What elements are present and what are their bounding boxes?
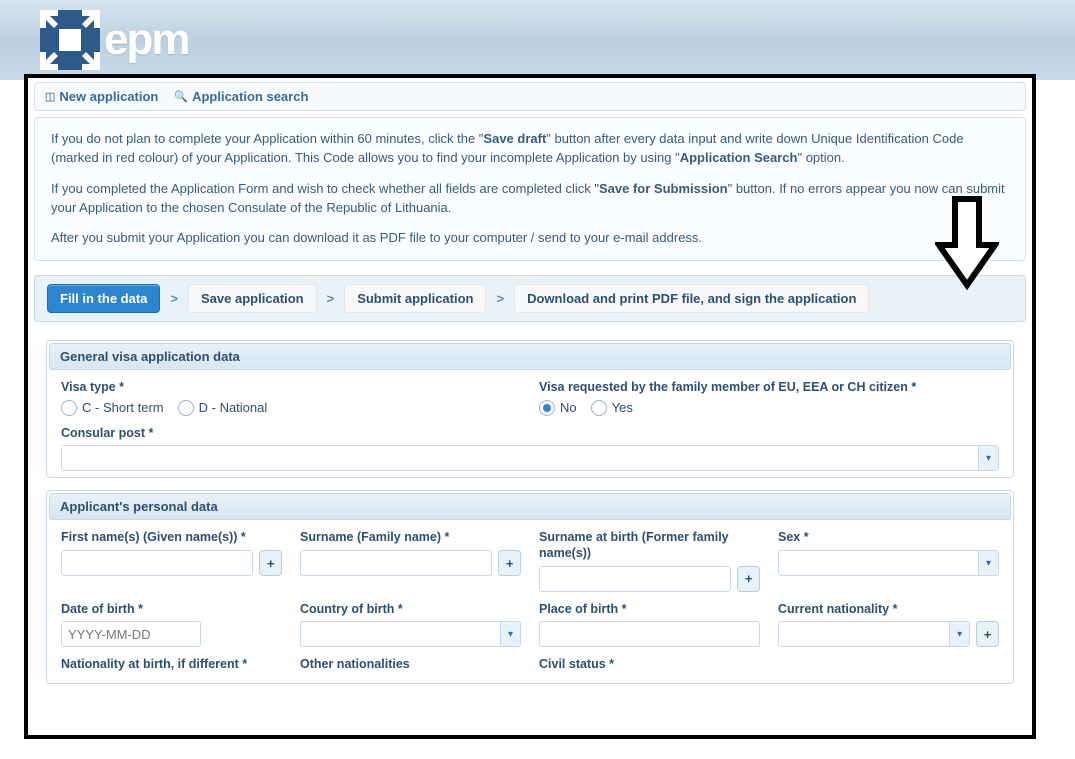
- new-application-label: New application: [59, 89, 158, 104]
- step-separator: >: [496, 291, 504, 306]
- add-surname-button[interactable]: +: [498, 550, 521, 576]
- panel-general-visa-data: General visa application data Visa type …: [46, 340, 1014, 478]
- radio-icon: [539, 400, 555, 416]
- application-search-link[interactable]: 🔍 Application search: [174, 89, 308, 104]
- surname-birth-input[interactable]: [539, 566, 731, 592]
- sex-label: Sex *: [778, 530, 999, 546]
- consular-post-label: Consular post *: [61, 426, 999, 442]
- step-separator: >: [327, 291, 335, 306]
- top-link-bar: ◫ New application 🔍 Application search: [34, 82, 1026, 111]
- visa-type-d-radio[interactable]: D - National: [178, 400, 268, 416]
- first-name-input[interactable]: [61, 550, 253, 576]
- radio-icon: [591, 400, 607, 416]
- sex-select[interactable]: ▾: [778, 550, 999, 576]
- add-first-name-button[interactable]: +: [259, 550, 282, 576]
- brand-text: epm: [104, 15, 188, 65]
- radio-icon: [178, 400, 194, 416]
- country-birth-select[interactable]: ▾: [300, 621, 521, 647]
- visa-type-c-radio[interactable]: C - Short term: [61, 400, 164, 416]
- step-submit-application[interactable]: Submit application: [344, 284, 486, 313]
- main-frame: ◫ New application 🔍 Application search I…: [24, 74, 1036, 739]
- first-name-label: First name(s) (Given name(s)) *: [61, 530, 282, 546]
- panel-applicant-personal: Applicant's personal data First name(s) …: [46, 490, 1014, 684]
- step-separator: >: [170, 291, 178, 306]
- application-search-label: Application search: [192, 89, 308, 104]
- step-fill-in-data[interactable]: Fill in the data: [47, 284, 160, 313]
- current-nationality-select[interactable]: ▾: [778, 621, 970, 647]
- country-birth-label: Country of birth *: [300, 602, 521, 618]
- place-birth-label: Place of birth *: [539, 602, 760, 618]
- family-member-no-radio[interactable]: No: [539, 400, 577, 416]
- step-download-pdf[interactable]: Download and print PDF file, and sign th…: [514, 284, 869, 313]
- visa-type-label: Visa type *: [61, 380, 521, 396]
- consular-post-select[interactable]: ▾: [61, 445, 999, 471]
- steps-panel: Fill in the data > Save application > Su…: [34, 275, 1026, 322]
- civil-status-label: Civil status *: [539, 657, 760, 673]
- family-member-yes-radio[interactable]: Yes: [591, 400, 633, 416]
- search-icon: 🔍: [174, 90, 188, 103]
- nationality-birth-label: Nationality at birth, if different *: [61, 657, 282, 673]
- panel-general-header: General visa application data: [49, 343, 1011, 370]
- add-surname-birth-button[interactable]: +: [737, 566, 760, 592]
- dob-input[interactable]: YYYY-MM-DD: [61, 621, 201, 647]
- brand-logo: epm: [40, 10, 188, 70]
- info-box: If you do not plan to complete your Appl…: [34, 117, 1026, 261]
- step-save-application[interactable]: Save application: [188, 284, 317, 313]
- surname-label: Surname (Family name) *: [300, 530, 521, 546]
- place-birth-input[interactable]: [539, 621, 760, 647]
- chevron-down-icon: ▾: [500, 622, 520, 646]
- brand-mark-icon: [40, 10, 100, 70]
- chevron-down-icon: ▾: [978, 446, 998, 470]
- add-nationality-button[interactable]: +: [976, 621, 999, 647]
- chevron-down-icon: ▾: [978, 551, 998, 575]
- surname-input[interactable]: [300, 550, 492, 576]
- surname-birth-label: Surname at birth (Former family name(s)): [539, 530, 760, 561]
- new-icon: ◫: [45, 90, 55, 103]
- current-nationality-label: Current nationality *: [778, 602, 999, 618]
- other-nationalities-label: Other nationalities: [300, 657, 521, 673]
- dob-label: Date of birth *: [61, 602, 282, 618]
- chevron-down-icon: ▾: [949, 622, 969, 646]
- new-application-link[interactable]: ◫ New application: [45, 89, 158, 104]
- family-member-label: Visa requested by the family member of E…: [539, 380, 999, 396]
- radio-icon: [61, 400, 77, 416]
- panel-personal-header: Applicant's personal data: [49, 493, 1011, 520]
- form-area: General visa application data Visa type …: [34, 340, 1026, 684]
